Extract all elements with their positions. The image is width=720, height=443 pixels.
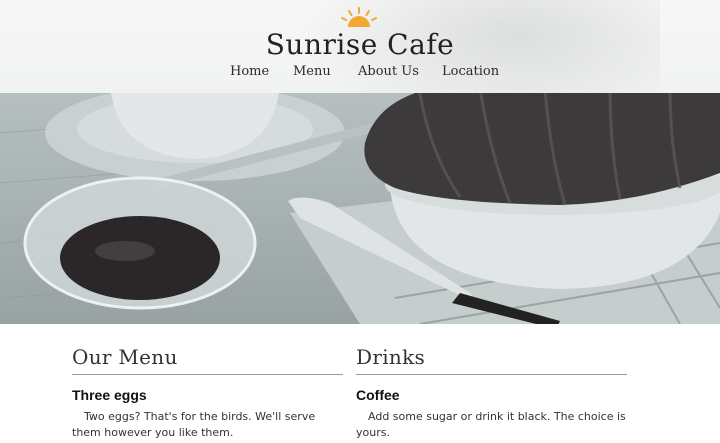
drinks-item-description: Add some sugar or drink it black. The ch…: [356, 410, 626, 439]
drinks-section: Drinks Coffee Add some sugar or drink it…: [356, 343, 627, 441]
nav-menu-link[interactable]: Menu: [293, 64, 331, 79]
drinks-heading: Drinks: [356, 343, 627, 375]
nav-home-link[interactable]: Home: [230, 64, 269, 79]
menu-item-title: Three eggs: [72, 387, 147, 403]
hero-image: [0, 93, 720, 324]
menu-item-description: Two eggs? That's for the birds. We'll se…: [72, 410, 316, 439]
menu-heading: Our Menu: [72, 343, 343, 375]
main-nav: Home Menu About Us Location: [0, 64, 720, 84]
site-title[interactable]: Sunrise Cafe: [0, 28, 720, 61]
nav-about-us-link[interactable]: About Us: [358, 64, 419, 79]
nav-location-link[interactable]: Location: [442, 64, 499, 79]
menu-section: Our Menu Three eggs Two eggs? That's for…: [72, 343, 343, 441]
sun-icon: [341, 7, 377, 27]
site-header: Sunrise Cafe Home Menu About Us Location: [0, 0, 720, 93]
hero-photo: [0, 93, 720, 324]
drinks-item-title: Coffee: [356, 387, 400, 403]
